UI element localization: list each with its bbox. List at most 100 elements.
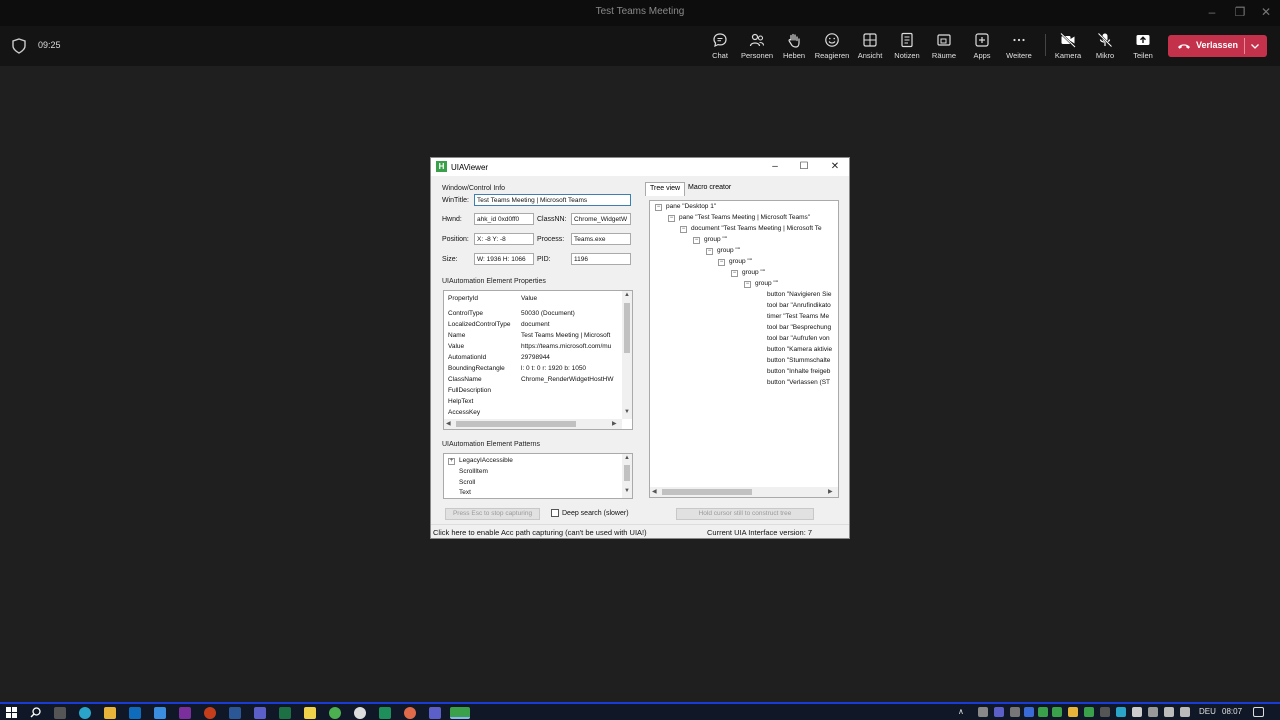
tree-hscrollbar[interactable]: ◀ ▶	[650, 487, 838, 497]
collapse-icon[interactable]: −	[718, 259, 725, 266]
tray-app-icon[interactable]	[1010, 707, 1020, 717]
hwnd-field[interactable]: ahk_id 0xd0ff0	[474, 213, 534, 225]
sticky-notes-icon[interactable]	[304, 707, 316, 719]
scroll-up-arrow-icon[interactable]: ▲	[624, 292, 630, 298]
tray-app-icon[interactable]	[1100, 707, 1110, 717]
chevron-down-icon[interactable]	[1249, 40, 1261, 52]
pattern-item[interactable]: Scroll	[459, 479, 475, 486]
properties-vscrollbar[interactable]: ▲ ▼	[622, 291, 632, 419]
task-view-icon[interactable]	[54, 707, 66, 719]
collapse-icon[interactable]: −	[680, 226, 687, 233]
minimize-button[interactable]: –	[1202, 4, 1222, 20]
tree-node[interactable]: tool bar "Aufrufen von	[767, 335, 830, 342]
tree-node[interactable]: document "Test Teams Meeting | Microsoft…	[691, 225, 822, 232]
people-button[interactable]: Personen	[737, 30, 777, 64]
collapse-icon[interactable]: −	[731, 270, 738, 277]
tree-node[interactable]: group ""	[704, 236, 727, 243]
onedrive-icon[interactable]	[1116, 707, 1126, 717]
teams-meeting-taskbar-icon[interactable]	[429, 707, 441, 719]
process-field[interactable]: Teams.exe	[571, 233, 631, 245]
tree-node[interactable]: tool bar "Besprechung	[767, 324, 831, 331]
powerpoint-icon[interactable]	[204, 707, 216, 719]
pattern-item[interactable]: ScrollItem	[459, 468, 488, 475]
tree-node[interactable]: group ""	[729, 258, 752, 265]
tree-node[interactable]: pane "Test Teams Meeting | Microsoft Tea…	[679, 214, 810, 221]
microphone-tray-icon[interactable]	[1132, 707, 1142, 717]
leave-button[interactable]: Verlassen	[1168, 35, 1267, 57]
rooms-button[interactable]: Räume	[924, 30, 964, 64]
onenote-icon[interactable]	[179, 707, 191, 719]
classnn-field[interactable]: Chrome_WidgetW	[571, 213, 631, 225]
tab-macro-creator[interactable]: Macro creator	[684, 182, 735, 196]
scroll-up-arrow-icon[interactable]: ▲	[624, 455, 630, 461]
collapse-icon[interactable]: −	[655, 204, 662, 211]
teams-taskbar-icon[interactable]	[254, 707, 266, 719]
tree-node[interactable]: group ""	[717, 247, 740, 254]
scroll-thumb[interactable]	[624, 465, 630, 481]
tree-node[interactable]: button "Inhalte freigeb	[767, 368, 830, 375]
scroll-down-arrow-icon[interactable]: ▼	[624, 409, 630, 415]
notes-button[interactable]: Notizen	[887, 30, 927, 64]
tree-node[interactable]: pane "Desktop 1"	[666, 203, 716, 210]
tray-app-icon[interactable]	[1038, 707, 1048, 717]
dialog-close-button[interactable]: ✕	[826, 160, 844, 174]
chat-button[interactable]: Chat	[700, 30, 740, 64]
dialog-maximize-button[interactable]: ☐	[795, 160, 813, 174]
share-button[interactable]: Teilen	[1123, 30, 1163, 64]
tree-node[interactable]: group ""	[742, 269, 765, 276]
notifications-icon[interactable]	[1253, 707, 1264, 717]
pattern-item[interactable]: Text	[459, 489, 471, 496]
app-icon[interactable]	[354, 707, 366, 719]
tree-node[interactable]: timer "Test Teams Me	[767, 313, 829, 320]
tab-tree-view[interactable]: Tree view	[645, 182, 686, 196]
scroll-left-arrow-icon[interactable]: ◀	[446, 420, 451, 427]
battery-icon[interactable]	[1148, 707, 1158, 717]
position-field[interactable]: X: -8 Y: -8	[474, 233, 534, 245]
patterns-vscrollbar[interactable]: ▲ ▼	[622, 454, 632, 498]
more-button[interactable]: Weitere	[999, 30, 1039, 64]
tree-node[interactable]: button "Kamera aktivie	[767, 346, 832, 353]
properties-hscrollbar[interactable]: ◀ ▶	[444, 419, 622, 429]
apps-button[interactable]: Apps	[962, 30, 1002, 64]
deep-search-checkbox[interactable]	[551, 509, 559, 517]
pid-field[interactable]: 1196	[571, 253, 631, 265]
scroll-thumb[interactable]	[662, 489, 752, 495]
scroll-down-arrow-icon[interactable]: ▼	[624, 488, 630, 494]
pen-tool-icon[interactable]	[154, 707, 166, 719]
wintitle-field[interactable]: Test Teams Meeting | Microsoft Teams	[474, 194, 631, 206]
tree-node[interactable]: button "Verlassen (ST	[767, 379, 830, 386]
scroll-thumb[interactable]	[456, 421, 576, 427]
excel-icon[interactable]	[279, 707, 291, 719]
tray-app-icon[interactable]	[978, 707, 988, 717]
scroll-thumb[interactable]	[624, 303, 630, 353]
vscode-icon[interactable]	[379, 707, 391, 719]
chrome-icon[interactable]	[329, 707, 341, 719]
property-id-header[interactable]: PropertyId	[448, 295, 478, 302]
patterns-tree[interactable]: + LegacyIAccessible ScrollItem Scroll Te…	[443, 453, 633, 499]
tree-node[interactable]: tool bar "Anrufindikato	[767, 302, 831, 309]
tray-app-icon[interactable]	[994, 707, 1004, 717]
scroll-left-arrow-icon[interactable]: ◀	[652, 488, 657, 495]
react-button[interactable]: Reagieren	[812, 30, 852, 64]
raise-hand-button[interactable]: Heben	[774, 30, 814, 64]
element-tree[interactable]: − pane "Desktop 1" − pane "Test Teams Me…	[649, 200, 839, 498]
tray-app-icon[interactable]	[1068, 707, 1078, 717]
value-header[interactable]: Value	[521, 295, 537, 302]
view-button[interactable]: Ansicht	[850, 30, 890, 64]
dialog-minimize-button[interactable]: –	[766, 160, 784, 174]
tree-node[interactable]: group ""	[755, 280, 778, 287]
tray-app-icon[interactable]	[1084, 707, 1094, 717]
pattern-item[interactable]: LegacyIAccessible	[459, 457, 513, 464]
mic-button[interactable]: Mikro	[1085, 30, 1125, 64]
acc-path-capture-link[interactable]: Click here to enable Acc path capturing …	[433, 528, 647, 537]
uiaviewer-taskbar-icon[interactable]	[450, 707, 470, 719]
tray-chevron-up-icon[interactable]: ∧	[958, 707, 964, 716]
stop-capturing-button[interactable]: Press Esc to stop capturing	[445, 508, 540, 520]
search-icon[interactable]	[30, 707, 41, 718]
scroll-right-arrow-icon[interactable]: ▶	[828, 488, 833, 495]
word-icon[interactable]	[229, 707, 241, 719]
tray-app-icon[interactable]	[1052, 707, 1062, 717]
tray-app-icon[interactable]	[1024, 707, 1034, 717]
language-indicator[interactable]: DEU	[1199, 707, 1216, 716]
collapse-icon[interactable]: −	[706, 248, 713, 255]
